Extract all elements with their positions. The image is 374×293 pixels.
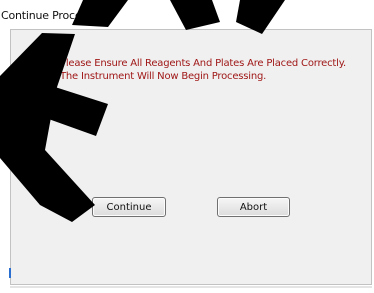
- panel-bottom-divider: [10, 286, 372, 288]
- window-title: Continue Processing: [1, 9, 109, 22]
- watermark-second-letter: [170, 0, 220, 30]
- dialog-panel: Please Ensure All Reagents And Plates Ar…: [10, 29, 372, 285]
- continue-button[interactable]: Continue: [92, 197, 166, 217]
- abort-button[interactable]: Abort: [217, 197, 290, 217]
- window-edge-marker: [9, 268, 11, 278]
- dialog-message: Please Ensure All Reagents And Plates Ar…: [60, 58, 346, 82]
